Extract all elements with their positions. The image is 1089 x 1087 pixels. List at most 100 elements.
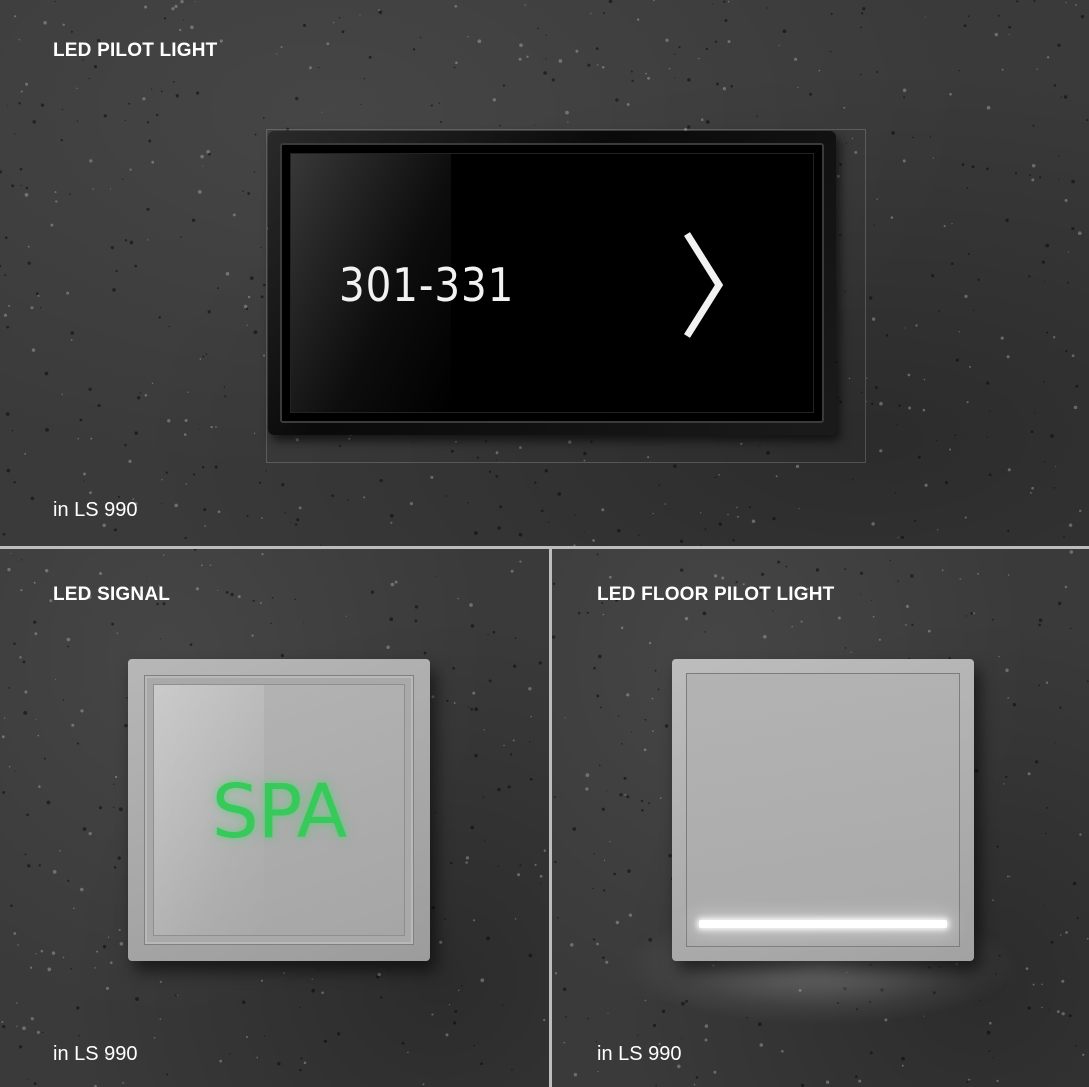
concrete-speck — [206, 149, 211, 154]
concrete-speck — [337, 1032, 341, 1036]
concrete-speck — [592, 938, 596, 941]
concrete-speck — [124, 239, 128, 242]
concrete-speck — [598, 654, 602, 659]
concrete-speck — [545, 34, 547, 36]
concrete-speck — [658, 484, 661, 487]
concrete-speck — [326, 42, 330, 46]
concrete-speck — [855, 1075, 858, 1078]
concrete-speck — [407, 1051, 409, 1054]
concrete-speck — [1030, 430, 1034, 434]
concrete-speck — [598, 764, 601, 767]
concrete-speck — [1072, 881, 1077, 886]
concrete-speck — [10, 552, 12, 554]
concrete-speck — [112, 806, 115, 808]
concrete-speck — [695, 1076, 699, 1079]
concrete-speck — [160, 638, 162, 640]
concrete-speck — [988, 1050, 991, 1052]
concrete-speck — [631, 79, 634, 83]
concrete-speck — [2, 532, 6, 536]
concrete-speck — [1064, 95, 1068, 99]
concrete-speck — [13, 481, 16, 484]
concrete-speck — [1060, 96, 1063, 98]
concrete-speck — [289, 521, 292, 523]
concrete-speck — [151, 382, 154, 385]
concrete-speck — [998, 655, 1000, 658]
concrete-speck — [873, 224, 875, 226]
concrete-speck — [445, 495, 448, 497]
concrete-speck — [199, 429, 201, 431]
concrete-speck — [681, 1037, 683, 1040]
concrete-speck — [850, 651, 852, 654]
concrete-speck — [67, 645, 70, 648]
concrete-speck — [735, 580, 738, 584]
concrete-speck — [158, 316, 161, 319]
concrete-speck — [203, 508, 207, 512]
concrete-speck — [27, 245, 30, 248]
concrete-speck — [949, 448, 952, 451]
concrete-speck — [510, 569, 514, 573]
concrete-speck — [1032, 983, 1035, 986]
concrete-speck — [323, 1039, 327, 1043]
concrete-speck — [187, 391, 189, 393]
concrete-speck — [0, 170, 3, 174]
concrete-speck — [26, 1078, 28, 1080]
concrete-speck — [917, 455, 921, 459]
concrete-speck — [519, 560, 522, 563]
concrete-speck — [6, 325, 10, 329]
concrete-speck — [492, 98, 496, 102]
concrete-speck — [1077, 231, 1082, 236]
concrete-speck — [251, 634, 254, 637]
concrete-speck — [1068, 523, 1073, 527]
concrete-speck — [1082, 1053, 1085, 1056]
concrete-speck — [35, 953, 37, 955]
pilot-light-caption: in LS 990 — [53, 499, 138, 521]
concrete-speck — [891, 131, 895, 135]
concrete-speck — [593, 853, 595, 855]
concrete-speck — [474, 753, 478, 758]
concrete-speck — [687, 78, 691, 82]
concrete-speck — [986, 105, 991, 110]
concrete-speck — [40, 949, 44, 953]
concrete-speck — [360, 103, 362, 106]
concrete-speck — [44, 371, 49, 376]
concrete-speck — [852, 478, 854, 481]
concrete-speck — [737, 515, 739, 518]
concrete-speck — [423, 651, 427, 655]
concrete-speck — [245, 307, 249, 311]
concrete-speck — [6, 468, 11, 473]
concrete-speck — [966, 187, 969, 189]
concrete-speck — [473, 1044, 476, 1047]
concrete-speck — [901, 1064, 904, 1067]
concrete-speck — [1016, 0, 1019, 3]
concrete-speck — [652, 730, 654, 732]
concrete-speck — [247, 192, 251, 195]
concrete-speck — [20, 589, 23, 592]
concrete-speck — [34, 632, 38, 636]
concrete-speck — [967, 252, 970, 256]
concrete-speck — [151, 88, 153, 90]
concrete-speck — [283, 972, 285, 974]
concrete-speck — [528, 687, 532, 691]
pilot-light-bezel: 301-331 — [280, 143, 824, 423]
concrete-speck — [195, 587, 199, 591]
concrete-speck — [112, 783, 115, 785]
concrete-speck — [2, 1025, 6, 1029]
concrete-speck — [215, 426, 217, 428]
concrete-speck — [1053, 336, 1056, 339]
signal-title: LED SIGNAL — [53, 584, 171, 605]
concrete-speck — [1007, 697, 1010, 699]
concrete-speck — [33, 581, 36, 584]
concrete-speck — [29, 966, 33, 969]
concrete-speck — [951, 223, 953, 225]
concrete-speck — [619, 793, 623, 797]
concrete-speck — [129, 168, 132, 171]
concrete-speck — [470, 624, 475, 628]
concrete-speck — [454, 4, 458, 8]
concrete-speck — [607, 1012, 609, 1014]
concrete-speck — [929, 136, 932, 138]
concrete-speck — [49, 599, 53, 603]
concrete-speck — [645, 72, 647, 75]
concrete-speck — [617, 529, 621, 533]
concrete-speck — [271, 596, 274, 599]
concrete-speck — [320, 544, 322, 546]
